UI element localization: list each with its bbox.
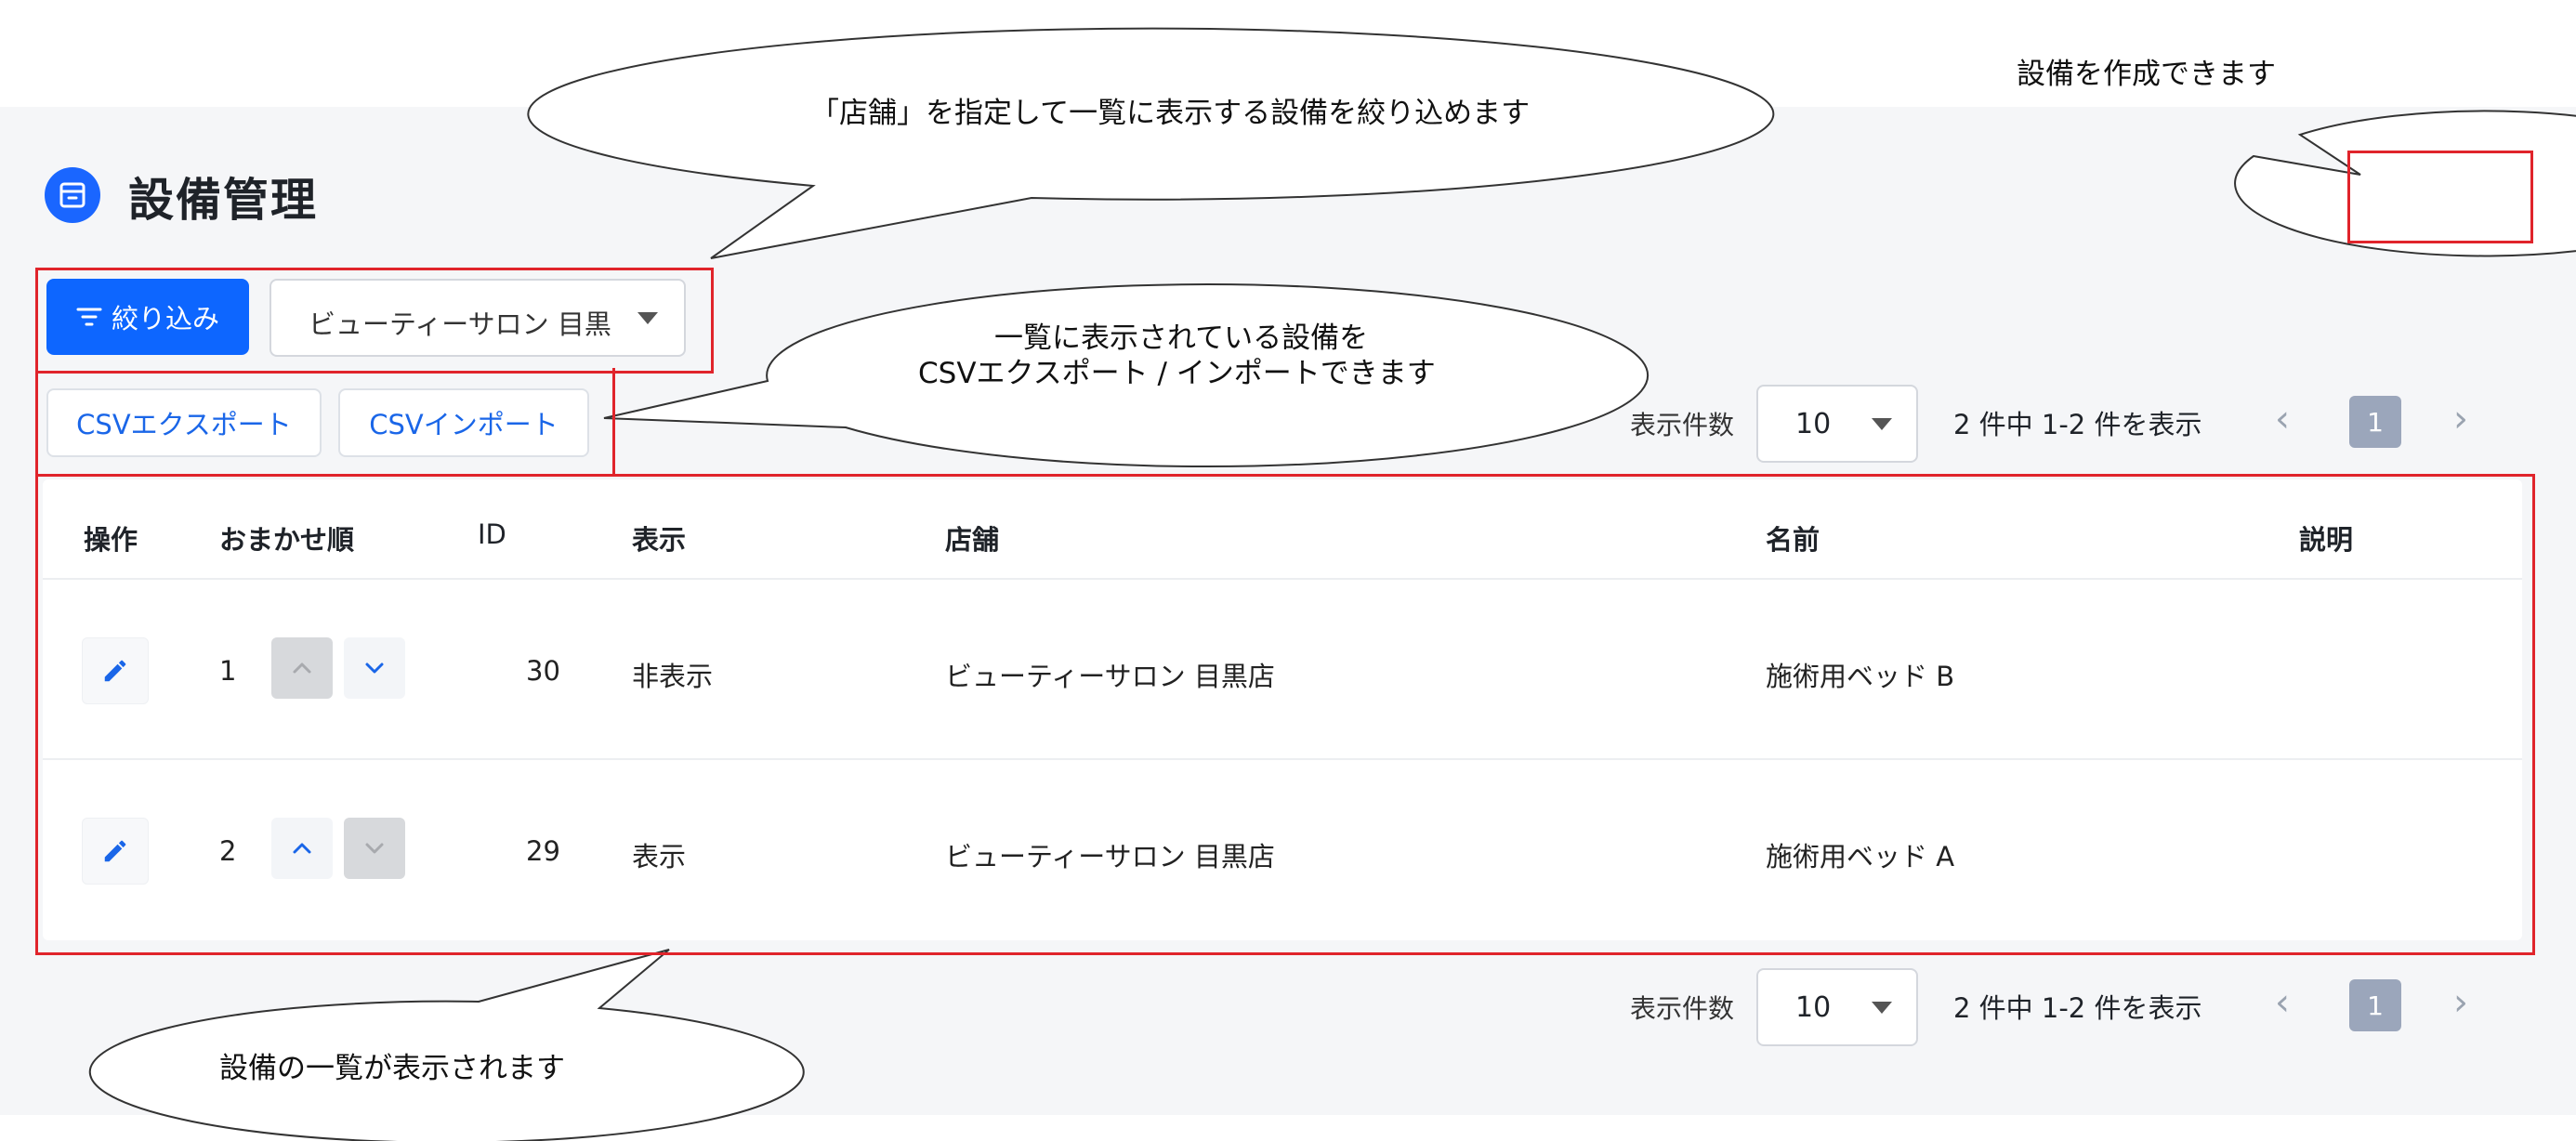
pagination-summary: 2 件中 1-2 件を表示 bbox=[1953, 409, 2202, 440]
new-button-highlight bbox=[2347, 151, 2533, 243]
chevron-right-icon[interactable]: › bbox=[2453, 398, 2468, 440]
per-page-label: 表示件数 bbox=[1630, 993, 1735, 1024]
create-note-text: 設備を作成できます bbox=[2017, 58, 2276, 91]
per-page-value: 10 bbox=[1795, 991, 1832, 1024]
per-page-select[interactable]: 10 bbox=[1756, 968, 1918, 1046]
per-page-select[interactable]: 10 bbox=[1756, 385, 1918, 463]
caret-down-icon bbox=[1872, 418, 1892, 430]
page-1-button[interactable]: 1 bbox=[2349, 979, 2401, 1031]
csv-note-line2: CSVエクスポート / インポートできます bbox=[918, 357, 1436, 390]
chevron-right-icon[interactable]: › bbox=[2453, 981, 2468, 1024]
archive-box-icon bbox=[45, 167, 100, 223]
filter-note-text: 「店舗」を指定して一覧に表示する設備を絞り込めます bbox=[810, 97, 1531, 130]
csv-note-line1: 一覧に表示されている設備を bbox=[994, 321, 1369, 355]
caret-down-icon bbox=[1872, 1002, 1892, 1014]
page-1-button[interactable]: 1 bbox=[2349, 396, 2401, 448]
pagination-summary: 2 件中 1-2 件を表示 bbox=[1953, 992, 2202, 1024]
per-page-value: 10 bbox=[1795, 408, 1832, 440]
list-note-text: 設備の一覧が表示されます bbox=[219, 1052, 565, 1085]
filter-highlight bbox=[35, 268, 714, 374]
chevron-left-icon[interactable]: ‹ bbox=[2275, 398, 2290, 440]
page-title: 設備管理 bbox=[128, 174, 319, 227]
table-highlight bbox=[35, 474, 2535, 955]
csv-highlight bbox=[35, 368, 615, 477]
chevron-left-icon[interactable]: ‹ bbox=[2275, 981, 2290, 1024]
per-page-label: 表示件数 bbox=[1630, 410, 1735, 440]
